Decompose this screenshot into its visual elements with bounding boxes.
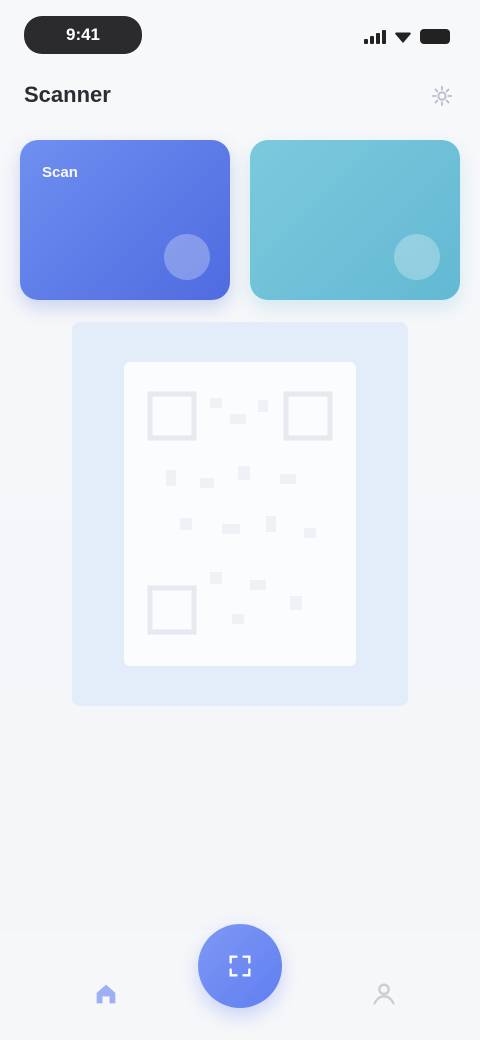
qr-card — [124, 362, 356, 666]
qr-scan-icon — [229, 955, 251, 977]
nav-profile[interactable] — [352, 980, 416, 1024]
status-time: 9:41 — [24, 16, 142, 54]
battery-icon — [420, 28, 450, 44]
qr-frame — [72, 322, 408, 706]
qr-code-icon — [140, 382, 340, 646]
scan-fab[interactable] — [198, 924, 282, 1008]
app-screen: 9:41 Scanner Scan — [0, 0, 480, 1040]
page-title: Scanner — [24, 82, 111, 107]
header: Scanner — [24, 76, 456, 116]
gear-icon — [431, 85, 453, 107]
status-bar: 9:41 — [0, 10, 480, 54]
user-icon — [373, 983, 395, 1005]
scan-card-title: Scan — [42, 164, 78, 181]
signal-icon — [364, 28, 386, 44]
secondary-card[interactable] — [250, 140, 460, 300]
wifi-icon — [394, 32, 412, 43]
nav-home[interactable] — [74, 980, 138, 1024]
settings-button[interactable] — [428, 82, 456, 110]
bottom-nav — [0, 924, 480, 1040]
secondary-card-icon — [394, 234, 440, 280]
status-icons — [364, 26, 450, 46]
scan-card[interactable]: Scan — [20, 140, 230, 300]
home-icon — [96, 984, 116, 1004]
scan-card-icon — [164, 234, 210, 280]
